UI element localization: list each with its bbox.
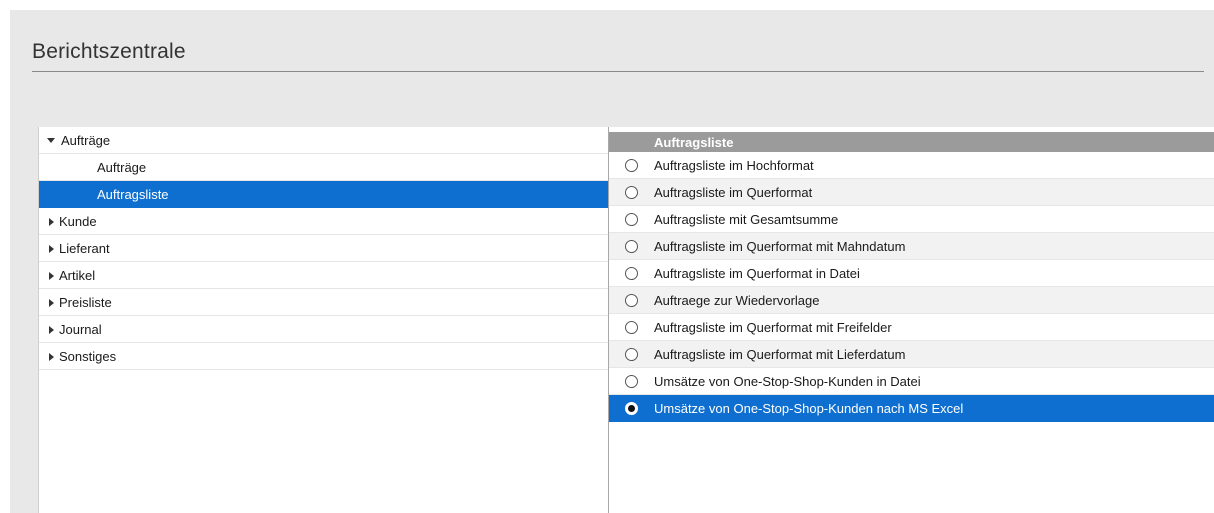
report-option[interactable]: Auftraege zur Wiedervorlage [609, 287, 1214, 314]
radio-button-icon[interactable] [625, 402, 638, 415]
report-option-label: Auftragsliste im Querformat mit Lieferda… [654, 347, 906, 362]
tree-node-preisliste[interactable]: Preisliste [39, 289, 608, 316]
report-option-label: Auftragsliste im Querformat mit Freifeld… [654, 320, 892, 335]
caret-right-icon[interactable] [49, 272, 54, 280]
radio-button-icon[interactable] [625, 348, 638, 361]
caret-right-icon[interactable] [49, 326, 54, 334]
tree-node-label: Auftragsliste [97, 187, 169, 202]
report-list-pane: Auftragsliste Auftragsliste im Hochforma… [609, 127, 1214, 513]
title-divider [32, 71, 1204, 72]
report-option-label: Umsätze von One-Stop-Shop-Kunden nach MS… [654, 401, 964, 416]
report-option-label: Auftragsliste im Querformat [654, 185, 813, 200]
tree-node-auftraege-child[interactable]: Aufträge [39, 154, 608, 181]
tree-node-auftraege[interactable]: Aufträge [39, 127, 608, 154]
report-option[interactable]: Auftragsliste im Hochformat [609, 152, 1214, 179]
radio-button-icon[interactable] [625, 186, 638, 199]
report-option[interactable]: Umsätze von One-Stop-Shop-Kunden in Date… [609, 368, 1214, 395]
report-category-tree: Aufträge Aufträge Auftragsliste Kunde Li… [38, 127, 608, 513]
report-option[interactable]: Auftragsliste im Querformat mit Freifeld… [609, 314, 1214, 341]
tree-node-label: Artikel [59, 268, 96, 283]
radio-button-icon[interactable] [625, 213, 638, 226]
tree-node-journal[interactable]: Journal [39, 316, 608, 343]
radio-button-icon[interactable] [625, 267, 638, 280]
tree-node-label: Aufträge [97, 160, 147, 175]
tree-node-lieferant[interactable]: Lieferant [39, 235, 608, 262]
report-options: Auftragsliste im Hochformat Auftragslist… [609, 152, 1214, 422]
report-option[interactable]: Auftragsliste im Querformat mit Lieferda… [609, 341, 1214, 368]
report-option[interactable]: Auftragsliste im Querformat [609, 179, 1214, 206]
report-list-header: Auftragsliste [609, 132, 1214, 152]
caret-right-icon[interactable] [49, 245, 54, 253]
report-option-label: Auftragsliste im Querformat in Datei [654, 266, 860, 281]
tree-node-label: Aufträge [61, 133, 111, 148]
radio-button-icon[interactable] [625, 321, 638, 334]
report-option-label: Auftragsliste im Querformat mit Mahndatu… [654, 239, 906, 254]
report-option-label: Auftragsliste im Hochformat [654, 158, 814, 173]
tree-node-sonstiges[interactable]: Sonstiges [39, 343, 608, 370]
radio-button-icon[interactable] [625, 294, 638, 307]
radio-button-icon[interactable] [625, 159, 638, 172]
tree-node-label: Journal [59, 322, 102, 337]
caret-down-icon[interactable] [47, 138, 55, 143]
caret-right-icon[interactable] [49, 353, 54, 361]
report-option[interactable]: Auftragsliste im Querformat in Datei [609, 260, 1214, 287]
report-option-label: Auftragsliste mit Gesamtsumme [654, 212, 839, 227]
caret-right-icon[interactable] [49, 299, 54, 307]
tree-node-label: Sonstiges [59, 349, 117, 364]
page-title: Berichtszentrale [32, 40, 186, 63]
tree-node-artikel[interactable]: Artikel [39, 262, 608, 289]
radio-button-icon[interactable] [625, 375, 638, 388]
tree-node-label: Kunde [59, 214, 97, 229]
report-option-label: Umsätze von One-Stop-Shop-Kunden in Date… [654, 374, 921, 389]
tree-node-label: Preisliste [59, 295, 112, 310]
report-option[interactable]: Auftragsliste mit Gesamtsumme [609, 206, 1214, 233]
report-option-label: Auftraege zur Wiedervorlage [654, 293, 820, 308]
report-option-selected[interactable]: Umsätze von One-Stop-Shop-Kunden nach MS… [609, 395, 1214, 422]
tree-node-label: Lieferant [59, 241, 110, 256]
tree-node-kunde[interactable]: Kunde [39, 208, 608, 235]
report-option[interactable]: Auftragsliste im Querformat mit Mahndatu… [609, 233, 1214, 260]
tree-node-auftragsliste[interactable]: Auftragsliste [39, 181, 608, 208]
radio-button-icon[interactable] [625, 240, 638, 253]
caret-right-icon[interactable] [49, 218, 54, 226]
